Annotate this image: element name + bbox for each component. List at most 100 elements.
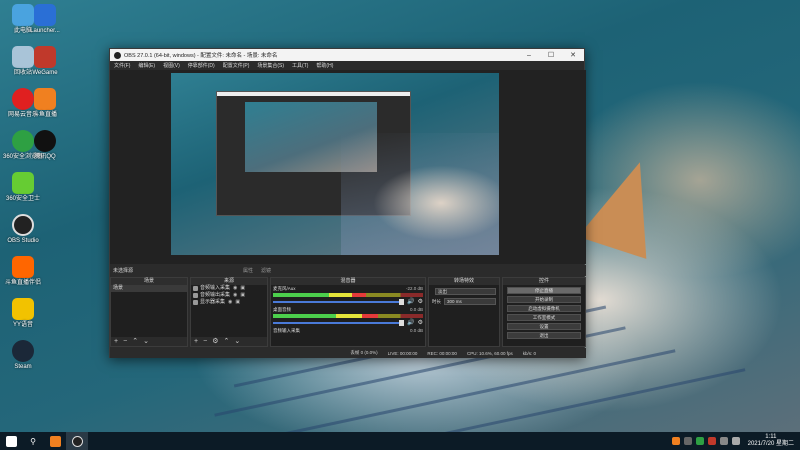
speaker-icon[interactable]: 🔊 [407, 319, 414, 326]
douyu-companion-icon [12, 256, 34, 278]
eye-icon[interactable]: ◉ [233, 292, 237, 299]
remove-icon[interactable]: − [123, 337, 127, 346]
duration-input[interactable]: 300 ms [444, 298, 496, 305]
desktop-icon-wegame[interactable]: WeGame [22, 46, 68, 77]
desktop-icon-label: Steam [14, 364, 32, 370]
gear-icon[interactable]: ⚙ [418, 298, 423, 305]
move-down-icon[interactable]: ⌄ [234, 337, 240, 346]
speaker-icon[interactable]: 🔊 [407, 298, 414, 305]
volume-slider[interactable] [273, 319, 405, 326]
transition-select[interactable]: 淡出 [435, 288, 496, 295]
clock-date: 2021/7/20 星期二 [747, 441, 794, 447]
desktop-icon-360-safe[interactable]: 360安全卫士 [0, 172, 46, 203]
close-button[interactable]: ✕ [562, 49, 584, 61]
minimize-button[interactable]: – [518, 49, 540, 61]
mixer-channel: 桌面音频 0.0 dB 🔊 ⚙ [271, 306, 425, 327]
dropped-frames: 丢帧 0 (0.0%) [350, 350, 378, 355]
desktop-icon-douyu[interactable]: 斗鱼直播 [22, 88, 68, 119]
menu-edit[interactable]: 编辑(E) [138, 62, 155, 69]
source-item[interactable]: 音频输出采集 ◉ ▣ [191, 292, 267, 299]
maximize-button[interactable]: ☐ [540, 49, 562, 61]
sources-dock-title: 来源 [191, 278, 267, 285]
start-recording-button[interactable]: 开始录制 [507, 296, 581, 303]
slider-knob[interactable] [399, 319, 405, 326]
move-up-icon[interactable]: ⌃ [132, 337, 138, 346]
desktop-icon-label: YY语音 [12, 322, 33, 328]
volume-meter [273, 314, 423, 318]
clock-time: 1:11 [765, 434, 777, 440]
channel-name: 麦克风/Aux [273, 286, 296, 291]
move-up-icon[interactable]: ⌃ [223, 337, 229, 346]
live-time: LIVE: 00:00:00 [387, 350, 418, 356]
qq-penguin-icon [34, 130, 56, 152]
sources-dock: 来源 音频输入采集 ◉ ▣ 音频输出采集 ◉ ▣ 显示器采集 ◉ ▣ + − ⚙ ⌃ ⌄ [190, 277, 268, 347]
menu-help[interactable]: 帮助(H) [316, 62, 333, 69]
menubar: 文件(F) 编辑(E) 视图(V) 停靠部件(D) 配置文件(P) 场景集合(S… [110, 61, 584, 70]
wegame-icon [34, 46, 56, 68]
search-button[interactable]: ⚲ [22, 432, 44, 450]
volume-icon[interactable] [731, 437, 740, 445]
taskbar: ⚲ 1:11 2021/7/20 星期二 [0, 432, 800, 450]
add-icon[interactable]: + [194, 337, 198, 346]
system-tray: 1:11 2021/7/20 星期二 [671, 434, 800, 448]
desktop-icon-qq[interactable]: 腾讯QQ [22, 130, 68, 161]
desktop-icon-steam[interactable]: Steam [0, 340, 46, 371]
desktop-icon-label: 360安全卫士 [5, 196, 40, 202]
gear-icon[interactable]: ⚙ [418, 319, 423, 326]
filters-button[interactable]: 滤镜 [261, 267, 271, 274]
stop-streaming-button[interactable]: 停止直播 [507, 287, 581, 294]
menu-file[interactable]: 文件(F) [114, 62, 130, 69]
clock[interactable]: 1:11 2021/7/20 星期二 [748, 434, 794, 448]
eye-icon[interactable]: ◉ [228, 299, 232, 306]
obs-window: OBS 27.0.1 (64-bit, windows) - 配置文件: 未命名… [109, 48, 586, 358]
lock-icon[interactable]: ▣ [240, 285, 245, 292]
obs-titlebar[interactable]: OBS 27.0.1 (64-bit, windows) - 配置文件: 未命名… [110, 49, 584, 61]
channel-name: 音频输入采集 [273, 328, 300, 333]
remove-icon[interactable]: − [203, 337, 207, 346]
menu-tools[interactable]: 工具(T) [292, 62, 308, 69]
network-icon[interactable] [719, 437, 728, 445]
desktop-icon-douyu-companion[interactable]: 斗鱼直播伴侣 [0, 256, 46, 287]
virtual-camera-button[interactable]: 启动虚拟摄像机 [507, 305, 581, 312]
desktop-icon-label: 斗鱼直播伴侣 [4, 280, 41, 286]
slider-knob[interactable] [399, 298, 405, 305]
obs-studio-icon [12, 214, 34, 236]
tray-app-icon[interactable] [695, 437, 704, 445]
gear-icon[interactable]: ⚙ [212, 337, 218, 346]
scene-item[interactable]: 场景 [111, 285, 187, 292]
transitions-dock-title: 转场特效 [429, 278, 499, 285]
taskbar-app-obs[interactable] [66, 432, 88, 450]
move-down-icon[interactable]: ⌄ [143, 337, 149, 346]
preview-canvas[interactable] [171, 73, 499, 255]
volume-slider[interactable] [273, 298, 405, 305]
desktop-icon-yy[interactable]: YY语音 [0, 298, 46, 329]
rec-time: REC: 00:00:00 [427, 350, 457, 356]
channel-db: 0.0 dB [409, 328, 423, 333]
bitrate: kb/s: 0 [522, 350, 536, 356]
lock-icon[interactable]: ▣ [240, 292, 245, 299]
start-button[interactable] [0, 432, 22, 450]
menu-scene-collection[interactable]: 场景集合(S) [257, 62, 284, 69]
exit-button[interactable]: 退出 [507, 332, 581, 339]
desktop-icon-launcher[interactable]: Launcher... [22, 4, 68, 35]
source-item[interactable]: 音频输入采集 ◉ ▣ [191, 285, 267, 292]
tray-app-icon[interactable] [671, 437, 680, 445]
channel-db: -22.0 dB [405, 286, 423, 291]
source-label: 音频输入采集 [200, 285, 231, 291]
lock-icon[interactable]: ▣ [235, 299, 240, 306]
properties-button[interactable]: 属性 [243, 267, 253, 274]
source-toolbar: 未选择源 属性 滤镜 [110, 265, 586, 276]
tray-app-icon[interactable] [707, 437, 716, 445]
desktop-icon-obs-studio[interactable]: OBS Studio [0, 214, 46, 245]
settings-button[interactable]: 设置 [507, 323, 581, 330]
source-item[interactable]: 显示器采集 ◉ ▣ [191, 299, 267, 306]
studio-mode-button[interactable]: 工作室模式 [507, 314, 581, 321]
menu-docks[interactable]: 停靠部件(D) [188, 62, 215, 69]
menu-profile[interactable]: 配置文件(P) [223, 62, 250, 69]
taskbar-app-douyu[interactable] [44, 432, 66, 450]
channel-name: 桌面音频 [273, 307, 291, 312]
eye-icon[interactable]: ◉ [233, 285, 237, 292]
menu-view[interactable]: 视图(V) [163, 62, 180, 69]
tray-app-icon[interactable] [683, 437, 692, 445]
add-icon[interactable]: + [114, 337, 118, 346]
